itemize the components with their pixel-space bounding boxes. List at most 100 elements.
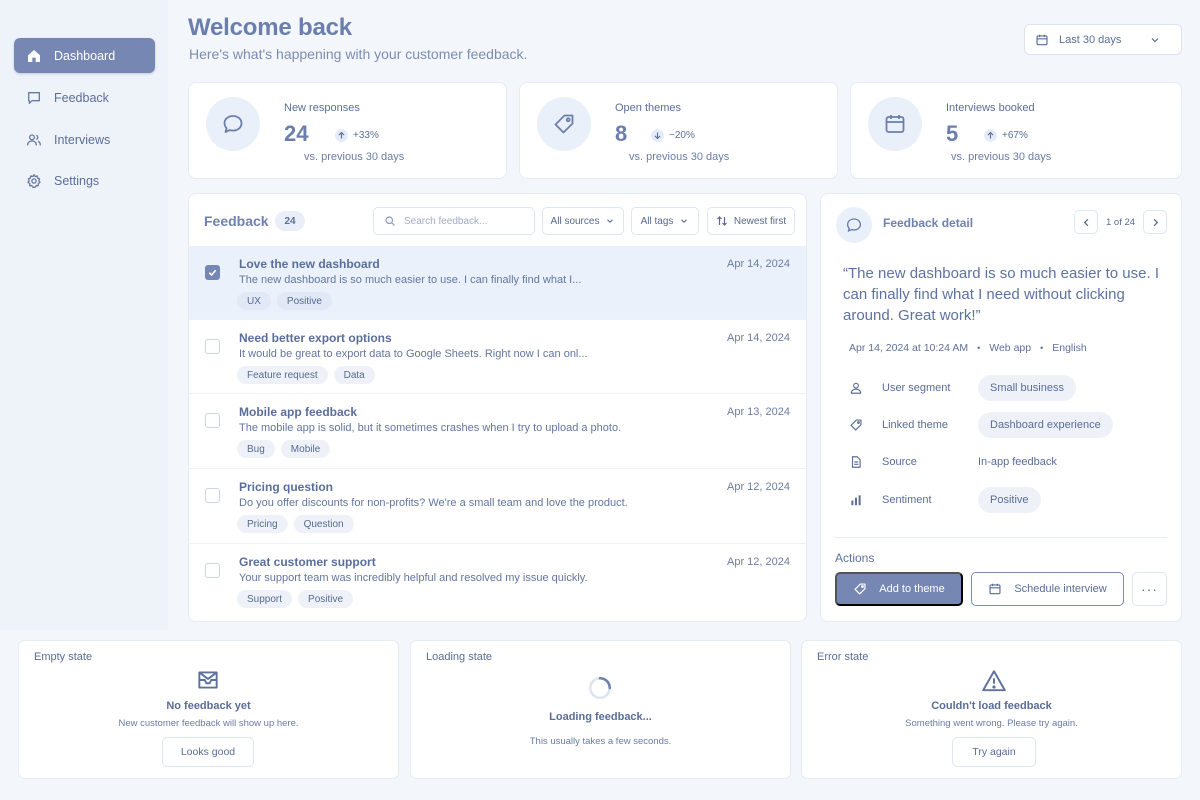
feedback-row[interactable]: Love the new dashboard The new dashboard… [189, 246, 806, 319]
date-range-select[interactable]: Last 30 days [1024, 24, 1182, 55]
state-desc: Something went wrong. Please try again. [905, 718, 1078, 729]
tag-icon [849, 418, 863, 432]
sidebar-item-settings[interactable]: Settings [14, 163, 155, 198]
sidebar-item-dashboard[interactable]: Dashboard [14, 38, 155, 73]
arrow-up-icon [335, 129, 348, 142]
arrow-down-icon [651, 129, 664, 142]
meta-separator: • [977, 343, 981, 353]
sort-button[interactable]: Newest first [707, 207, 795, 235]
tag: Positive [276, 292, 332, 310]
detail-value-pill[interactable]: Dashboard experience [978, 412, 1113, 438]
add-to-theme-button[interactable]: Add to theme [835, 572, 963, 606]
stat-label: Open themes [615, 102, 682, 114]
row-date: Apr 14, 2024 [727, 332, 790, 344]
chat-bubble-icon [845, 216, 863, 234]
detail-label: Sentiment [882, 494, 932, 506]
row-date: Apr 12, 2024 [727, 481, 790, 493]
stat-delta-value: +33% [353, 130, 379, 141]
row-snippet: The mobile app is solid, but it sometime… [239, 422, 622, 434]
row-checkbox[interactable] [205, 265, 220, 280]
next-button[interactable] [1143, 210, 1167, 234]
stat-icon-wrap [868, 97, 922, 151]
feedback-list-panel: Feedback 24 All sources All tags Newest … [188, 193, 807, 622]
feedback-row[interactable]: Pricing question Do you offer discounts … [189, 468, 806, 541]
tag-icon [853, 582, 867, 596]
row-snippet: It would be great to export data to Goog… [239, 348, 588, 360]
chevron-down-icon [679, 216, 689, 226]
meta-language: English [1052, 342, 1087, 354]
detail-label: Source [882, 456, 917, 468]
stat-icon-wrap [206, 97, 260, 151]
date-range-value: Last 30 days [1059, 33, 1122, 46]
try-again-button[interactable]: Try again [952, 737, 1036, 767]
page-subtitle: Here's what's happening with your custom… [189, 46, 528, 62]
chat-bubble-icon [221, 112, 245, 136]
tag: Mobile [280, 440, 331, 458]
filter-label: All sources [550, 215, 600, 227]
feedback-list-title: Feedback [204, 213, 269, 229]
home-icon [26, 48, 42, 64]
stat-label: Interviews booked [946, 102, 1035, 114]
detail-row-linked-theme: Linked theme Dashboard experience [849, 411, 1169, 439]
stat-delta: +67% [984, 129, 1028, 142]
chevron-right-icon [1153, 218, 1158, 226]
row-checkbox[interactable] [205, 563, 220, 578]
row-checkbox[interactable] [205, 413, 220, 428]
page-title: Welcome back [188, 14, 352, 41]
looks-good-button[interactable]: Looks good [162, 737, 254, 767]
stat-card-new-responses: New responses 24 +33% vs. previous 30 da… [188, 82, 507, 179]
stat-card-interviews-booked: Interviews booked 5 +67% vs. previous 30… [850, 82, 1182, 179]
empty-state-card: Empty state No feedback yet New customer… [18, 640, 399, 779]
detail-value: In-app feedback [978, 456, 1057, 468]
sort-label: Newest first [733, 215, 787, 227]
message-icon [26, 90, 42, 106]
feedback-detail-panel: Feedback detail 1 of 24 “The new dashboa… [820, 193, 1182, 622]
button-label: Schedule interview [1014, 583, 1107, 595]
row-snippet: Do you offer discounts for non-profits? … [239, 497, 628, 509]
schedule-interview-button[interactable]: Schedule interview [971, 572, 1124, 606]
tags-filter[interactable]: All tags [631, 207, 699, 235]
sidebar-item-feedback[interactable]: Feedback [14, 80, 155, 115]
detail-label: User segment [882, 382, 951, 394]
tag: Support [237, 590, 293, 608]
calendar-icon [1035, 33, 1049, 47]
feedback-row[interactable]: Mobile app feedback The mobile app is so… [189, 393, 806, 466]
more-actions-button[interactable]: ··· [1132, 572, 1167, 606]
bar-chart-icon [849, 493, 863, 507]
stat-value: 8 [615, 121, 628, 146]
state-title: Loading feedback... [549, 711, 652, 723]
chevron-down-icon [605, 216, 615, 226]
state-title: No feedback yet [166, 700, 251, 712]
detail-row-source: Source In-app feedback [849, 448, 1169, 476]
row-date: Apr 13, 2024 [727, 406, 790, 418]
sidebar-item-label: Interviews [54, 132, 111, 147]
stat-label: New responses [284, 102, 360, 114]
row-checkbox[interactable] [205, 339, 220, 354]
stat-value: 24 [284, 121, 309, 146]
detail-row-sentiment: Sentiment Positive [849, 486, 1169, 514]
feedback-row[interactable]: Great customer support Your support team… [189, 543, 806, 616]
state-label: Error state [817, 651, 869, 663]
users-icon [26, 132, 42, 148]
tag: Bug [237, 440, 275, 458]
stat-delta: +33% [335, 129, 379, 142]
loading-state-card: Loading state Loading feedback... This u… [410, 640, 791, 779]
error-state-card: Error state Couldn't load feedback Somet… [801, 640, 1182, 779]
row-title: Pricing question [239, 480, 334, 494]
sidebar-item-interviews[interactable]: Interviews [14, 122, 155, 157]
feedback-row[interactable]: Need better export options It would be g… [189, 319, 806, 392]
detail-title: Feedback detail [883, 216, 974, 230]
row-tags: Feature request Data [237, 366, 381, 384]
row-checkbox[interactable] [205, 488, 220, 503]
row-title: Need better export options [239, 331, 392, 345]
feedback-count-badge: 24 [275, 211, 305, 231]
chevron-down-icon [1149, 34, 1161, 46]
chevron-left-icon [1083, 218, 1088, 226]
sources-filter[interactable]: All sources [542, 207, 624, 235]
search-box[interactable] [373, 207, 535, 235]
calendar-icon [883, 112, 907, 136]
prev-button[interactable] [1074, 210, 1098, 234]
row-title: Mobile app feedback [239, 405, 358, 419]
tag: Positive [298, 590, 354, 608]
search-input[interactable] [404, 215, 524, 227]
